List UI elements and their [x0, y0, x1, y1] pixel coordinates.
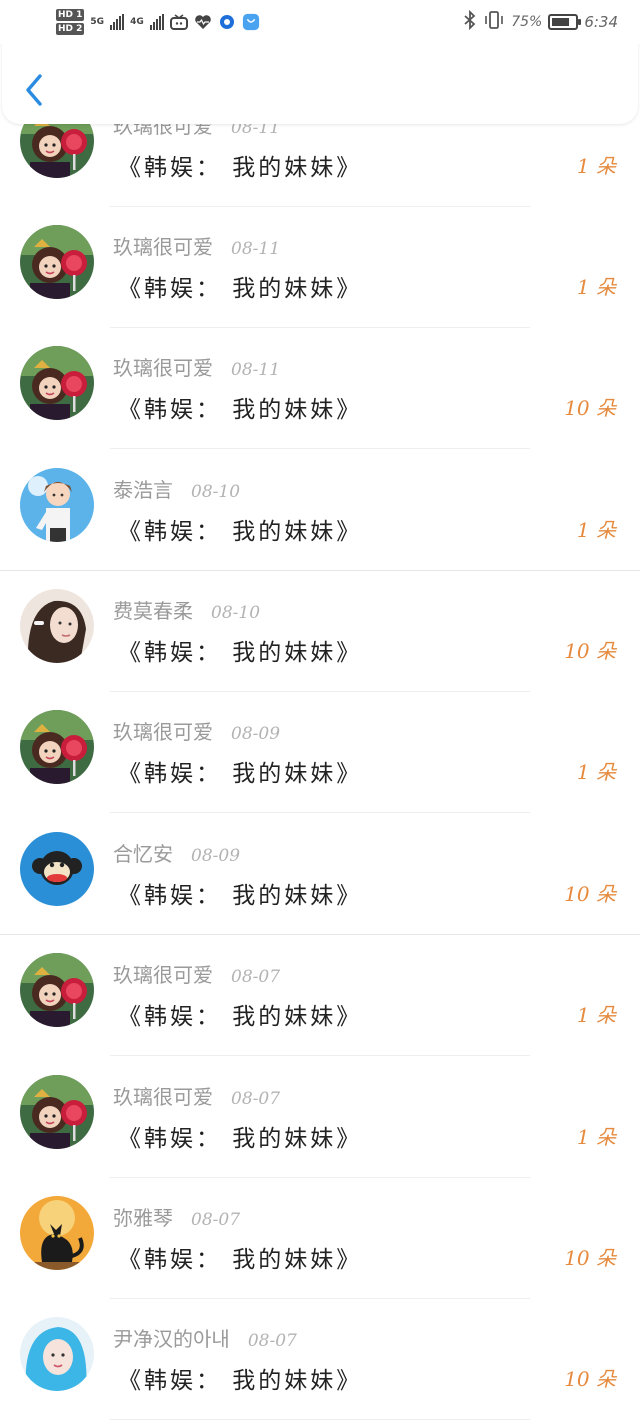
avatar[interactable] [20, 346, 94, 420]
hd1-badge: HD 1 [56, 9, 85, 21]
book-title[interactable]: 《韩娱： 我的妹妹》 [118, 1361, 362, 1395]
list-item[interactable]: 费莫春柔 08-10 《韩娱： 我的妹妹》 10 朵 [0, 571, 640, 692]
bluetooth-icon [463, 9, 477, 34]
book-title[interactable]: 《韩娱： 我的妹妹》 [118, 148, 362, 182]
status-bar: HD 1 HD 2 5G 4G 75% 6:34 [0, 0, 640, 44]
sender-name: 玖璃很可爱 [113, 963, 213, 987]
list-item[interactable]: 玖璃很可爱 08-11 《韩娱： 我的妹妹》 1 朵 [0, 207, 640, 328]
sender-meta: 合忆安 08-09 [113, 838, 240, 867]
sender-meta: 泰浩言 08-10 [113, 474, 240, 503]
avatar[interactable] [20, 832, 94, 906]
sender-name: 泰浩言 [113, 478, 173, 502]
circle-app-icon [218, 13, 236, 31]
gift-date: 08-07 [231, 1089, 281, 1109]
tv-icon [169, 13, 188, 31]
flower-amount: 1 朵 [576, 1003, 616, 1027]
avatar[interactable] [20, 1317, 94, 1391]
flower-amount: 1 朵 [576, 275, 616, 299]
gift-date: 08-11 [231, 360, 281, 380]
sender-name: 费莫春柔 [113, 599, 193, 623]
sender-name: 玖璃很可爱 [113, 720, 213, 744]
row-divider [110, 448, 530, 449]
flower-amount: 10 朵 [564, 1246, 616, 1270]
clock-time: 6:34 [584, 13, 618, 31]
book-title[interactable]: 《韩娱： 我的妹妹》 [118, 633, 362, 667]
top-header [2, 40, 638, 124]
book-title[interactable]: 《韩娱： 我的妹妹》 [118, 876, 362, 910]
sender-meta: 尹净汉的아내 08-07 [113, 1323, 297, 1352]
list-item[interactable]: 弥雅琴 08-07 《韩娱： 我的妹妹》 10 朵 [0, 1178, 640, 1299]
flower-amount: 10 朵 [564, 882, 616, 906]
avatar[interactable] [20, 225, 94, 299]
list-item[interactable]: 玖璃很可爱 08-09 《韩娱： 我的妹妹》 1 朵 [0, 692, 640, 813]
signal-1-icon [110, 14, 125, 30]
list-item[interactable]: 泰浩言 08-10 《韩娱： 我的妹妹》 1 朵 [0, 450, 640, 571]
battery-icon [548, 14, 582, 30]
sender-meta: 玖璃很可爱 08-09 [113, 716, 280, 745]
avatar[interactable] [20, 589, 94, 663]
gift-date: 08-11 [231, 239, 281, 259]
sender-name: 玖璃很可爱 [113, 235, 213, 259]
sender-meta: 弥雅琴 08-07 [113, 1202, 240, 1231]
sender-meta: 玖璃很可爱 08-07 [113, 1081, 280, 1110]
flower-amount: 10 朵 [564, 396, 616, 420]
row-divider [110, 1055, 530, 1056]
gift-date: 08-09 [191, 846, 241, 866]
book-title[interactable]: 《韩娱： 我的妹妹》 [118, 997, 362, 1031]
sender-name: 合忆安 [113, 842, 173, 866]
book-title[interactable]: 《韩娱： 我的妹妹》 [118, 269, 362, 303]
battery-percent: 75% [511, 14, 543, 30]
chevron-left-icon [26, 74, 42, 106]
signal-2-icon [149, 14, 164, 30]
flower-amount: 1 朵 [576, 518, 616, 542]
flower-amount: 1 朵 [576, 154, 616, 178]
health-heart-icon [194, 13, 212, 31]
network-5g-label: 5G [90, 17, 105, 27]
network-4g-label: 4G [130, 17, 144, 27]
hd-indicators: HD 1 HD 2 [56, 9, 85, 35]
gift-date: 08-07 [247, 1331, 297, 1351]
list-item[interactable]: 玖璃很可爱 08-07 《韩娱： 我的妹妹》 1 朵 [0, 1057, 640, 1178]
avatar[interactable] [20, 953, 94, 1027]
sender-name: 玖璃很可爱 [113, 1085, 213, 1109]
sender-name: 尹净汉的아내 [113, 1327, 230, 1351]
flower-amount: 10 朵 [564, 1367, 616, 1391]
avatar[interactable] [20, 1075, 94, 1149]
row-divider [110, 812, 530, 813]
sender-name: 玖璃很可爱 [113, 356, 213, 380]
book-title[interactable]: 《韩娱： 我的妹妹》 [118, 390, 362, 424]
vibrate-icon [483, 10, 505, 34]
gift-date: 08-10 [191, 482, 241, 502]
list-item[interactable]: 尹净汉的아내 08-07 《韩娱： 我的妹妹》 10 朵 [0, 1299, 640, 1420]
list-item[interactable]: 合忆安 08-09 《韩娱： 我的妹妹》 10 朵 [0, 814, 640, 935]
gift-date: 08-10 [211, 603, 261, 623]
hd2-badge: HD 2 [56, 23, 85, 35]
gift-date: 08-07 [191, 1210, 241, 1230]
book-title[interactable]: 《韩娱： 我的妹妹》 [118, 1240, 362, 1274]
list-item[interactable]: 玖璃很可爱 08-11 《韩娱： 我的妹妹》 10 朵 [0, 328, 640, 449]
flower-amount: 1 朵 [576, 1125, 616, 1149]
flower-amount: 10 朵 [564, 639, 616, 663]
gift-date: 08-09 [231, 724, 281, 744]
list-item[interactable]: 玖璃很可爱 08-07 《韩娱： 我的妹妹》 1 朵 [0, 935, 640, 1056]
flower-amount: 1 朵 [576, 760, 616, 784]
sender-meta: 费莫春柔 08-10 [113, 595, 260, 624]
avatar[interactable] [20, 468, 94, 542]
sender-name: 弥雅琴 [113, 1206, 173, 1230]
avatar[interactable] [20, 1196, 94, 1270]
sender-meta: 玖璃很可爱 08-11 [113, 352, 280, 381]
row-divider [110, 1419, 530, 1420]
avatar[interactable] [20, 710, 94, 784]
sender-meta: 玖璃很可爱 08-11 [113, 231, 280, 260]
book-title[interactable]: 《韩娱： 我的妹妹》 [118, 512, 362, 546]
book-title[interactable]: 《韩娱： 我的妹妹》 [118, 754, 362, 788]
gift-date: 08-07 [231, 967, 281, 987]
app-store-icon [242, 13, 260, 31]
back-button[interactable] [20, 70, 50, 110]
sender-meta: 玖璃很可爱 08-07 [113, 959, 280, 988]
book-title[interactable]: 《韩娱： 我的妹妹》 [118, 1119, 362, 1153]
